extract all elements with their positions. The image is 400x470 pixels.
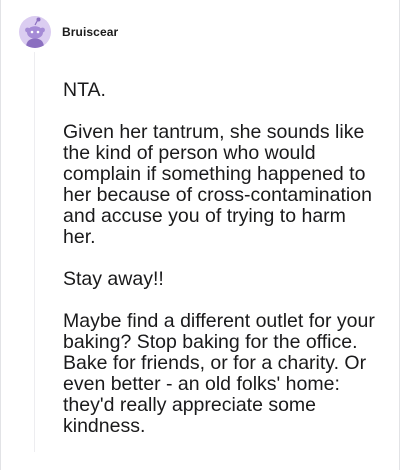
username-link[interactable]: Bruiscear: [62, 25, 118, 39]
user-avatar[interactable]: [19, 16, 51, 48]
comment-paragraph: NTA.: [63, 79, 106, 101]
comment-paragraph: Stay away!!: [63, 268, 164, 290]
comment-body: NTA. Given her tantrum, she sounds like …: [63, 80, 381, 458]
comment-paragraph: Given her tantrum, she sounds like the k…: [63, 121, 372, 248]
thread-line[interactable]: [34, 52, 35, 452]
comment-card: Bruiscear NTA. Given her tantrum, she so…: [0, 0, 400, 470]
snoo-avatar-icon: [25, 17, 45, 48]
comment-paragraph: Maybe find a different outlet for your b…: [63, 310, 375, 437]
comment-header: Bruiscear: [19, 16, 118, 48]
